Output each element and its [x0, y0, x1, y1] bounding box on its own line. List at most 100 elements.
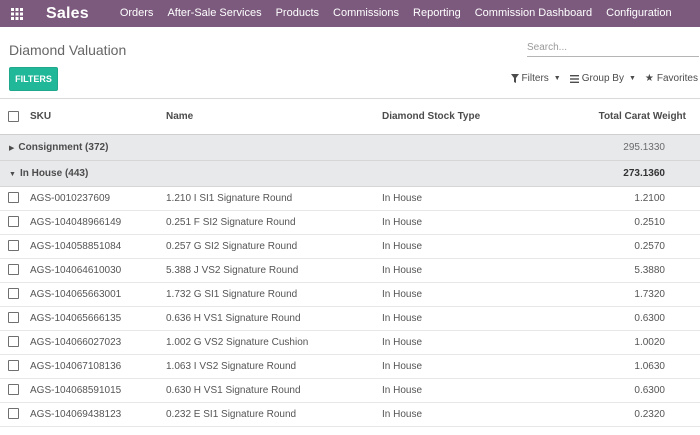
cell-total-carat: 0.6300 [552, 378, 700, 403]
row-checkbox-cell [0, 354, 30, 379]
filters-dropdown[interactable]: Filters ▼ [510, 73, 561, 84]
row-checkbox-cell [0, 210, 30, 235]
favorites-dropdown-label: Favorites [656, 73, 698, 84]
table-row[interactable]: AGS-104065666135 0.636 H VS1 Signature Ro… [0, 306, 700, 331]
caret-down-icon: ▼ [628, 75, 636, 82]
row-checkbox-cell [0, 402, 30, 427]
cell-total-carat: 1.0020 [552, 330, 700, 355]
cell-sku: AGS-104068591015 [30, 378, 166, 403]
table-header-row: SKU Name Diamond Stock Type Total Carat … [0, 100, 700, 135]
top-navbar: Sales Orders After-Sale Services Product… [0, 0, 700, 27]
cell-name: 1.732 G SI1 Signature Round [166, 282, 382, 307]
cell-name: 1.002 G VS2 Signature Cushion [166, 330, 382, 355]
table-row[interactable]: AGS-104058851084 0.257 G SI2 Signature Ro… [0, 234, 700, 259]
cell-stock-type: In House [382, 306, 552, 331]
cell-name: 5.388 J VS2 Signature Round [166, 258, 382, 283]
cell-name: 1.210 I SI1 Signature Round [166, 186, 382, 211]
group-row-consignment[interactable]: ▶ Consignment (372) 295.1330 [0, 134, 700, 161]
cell-sku: AGS-104065663001 [30, 282, 166, 307]
apps-grid-icon[interactable] [3, 0, 30, 27]
menu-commissions[interactable]: Commissions [326, 0, 406, 27]
cell-total-carat: 1.0630 [552, 354, 700, 379]
cell-name: 0.232 E SI1 Signature Round [166, 402, 382, 427]
cell-stock-type: In House [382, 210, 552, 235]
menu-orders[interactable]: Orders [113, 0, 161, 27]
table-row[interactable]: AGS-104065663001 1.732 G SI1 Signature Ro… [0, 282, 700, 307]
cell-total-carat: 0.6300 [552, 306, 700, 331]
cell-sku: AGS-104065666135 [30, 306, 166, 331]
row-checkbox-cell [0, 378, 30, 403]
column-header-name[interactable]: Name [166, 100, 382, 135]
column-header-total-carat[interactable]: Total Carat Weight [552, 100, 700, 135]
group-row-in-house[interactable]: ▼ In House (443) 273.1360 [0, 160, 700, 187]
column-header-sku[interactable]: SKU [30, 100, 166, 135]
cell-total-carat: 5.3880 [552, 258, 700, 283]
row-checkbox[interactable] [8, 216, 19, 228]
menu-reporting[interactable]: Reporting [406, 0, 468, 27]
menu-configuration[interactable]: Configuration [599, 0, 678, 27]
menu-products[interactable]: Products [269, 0, 326, 27]
filter-icon [510, 74, 519, 83]
favorites-dropdown[interactable]: ★ Favorites [645, 73, 698, 84]
table-row[interactable]: AGS-0010237609 1.210 I SI1 Signature Roun… [0, 186, 700, 211]
app-brand[interactable]: Sales [46, 5, 89, 23]
main-menu: Orders After-Sale Services Products Comm… [113, 0, 679, 27]
row-checkbox-cell [0, 234, 30, 259]
row-checkbox[interactable] [8, 360, 19, 372]
filters-button[interactable]: FILTERS [9, 67, 58, 91]
cell-stock-type: In House [382, 234, 552, 259]
search-options: Filters ▼ Group By ▼ ★ Favorites [510, 73, 698, 84]
group-label-cell: ▼ In House (443) [0, 160, 552, 187]
cell-sku: AGS-104069438123 [30, 402, 166, 427]
cell-name: 0.257 G SI2 Signature Round [166, 234, 382, 259]
row-checkbox[interactable] [8, 336, 19, 348]
table-row[interactable]: AGS-104069438123 0.232 E SI1 Signature Ro… [0, 402, 700, 427]
cell-sku: AGS-104066027023 [30, 330, 166, 355]
caret-down-icon: ▼ [553, 75, 561, 82]
row-checkbox[interactable] [8, 192, 19, 204]
cell-sku: AGS-104064610030 [30, 258, 166, 283]
row-checkbox[interactable] [8, 384, 19, 396]
select-all-checkbox[interactable] [8, 111, 19, 123]
table-row[interactable]: AGS-104067108136 1.063 I VS2 Signature Ro… [0, 354, 700, 379]
cell-stock-type: In House [382, 258, 552, 283]
cell-sku: AGS-104067108136 [30, 354, 166, 379]
cell-stock-type: In House [382, 378, 552, 403]
cell-name: 0.251 F SI2 Signature Round [166, 210, 382, 235]
list-view: SKU Name Diamond Stock Type Total Carat … [0, 100, 700, 435]
cell-total-carat: 1.2100 [552, 186, 700, 211]
group-by-dropdown-label: Group By [581, 73, 624, 84]
cell-total-carat: 0.2510 [552, 210, 700, 235]
group-label-cell: ▶ Consignment (372) [0, 134, 552, 161]
caret-right-icon: ▶ [9, 144, 15, 152]
table-row[interactable]: AGS-104068591015 0.630 H VS1 Signature Ro… [0, 378, 700, 403]
cell-name: 0.630 H VS1 Signature Round [166, 378, 382, 403]
valuation-table: SKU Name Diamond Stock Type Total Carat … [0, 100, 700, 427]
row-checkbox-cell [0, 282, 30, 307]
table-row[interactable]: AGS-104048966149 0.251 F SI2 Signature Ro… [0, 210, 700, 235]
menu-after-sale-services[interactable]: After-Sale Services [160, 0, 268, 27]
menu-commission-dashboard[interactable]: Commission Dashboard [468, 0, 599, 27]
star-icon: ★ [644, 73, 654, 84]
row-checkbox[interactable] [8, 264, 19, 276]
cell-total-carat: 0.2570 [552, 234, 700, 259]
cell-sku: AGS-0010237609 [30, 186, 166, 211]
list-icon [569, 74, 579, 83]
select-all-cell [0, 100, 30, 135]
cell-sku: AGS-104048966149 [30, 210, 166, 235]
group-by-dropdown[interactable]: Group By ▼ [569, 73, 636, 84]
row-checkbox-cell [0, 330, 30, 355]
row-checkbox[interactable] [8, 312, 19, 324]
table-row[interactable]: AGS-104064610030 5.388 J VS2 Signature Ro… [0, 258, 700, 283]
cell-name: 0.636 H VS1 Signature Round [166, 306, 382, 331]
row-checkbox[interactable] [8, 240, 19, 252]
table-row[interactable]: AGS-104066027023 1.002 G VS2 Signature Cu… [0, 330, 700, 355]
row-checkbox[interactable] [8, 288, 19, 300]
column-header-stock-type[interactable]: Diamond Stock Type [382, 100, 552, 135]
row-checkbox-cell [0, 306, 30, 331]
page-title: Diamond Valuation [9, 42, 127, 58]
cell-stock-type: In House [382, 354, 552, 379]
row-checkbox[interactable] [8, 408, 19, 420]
search-input[interactable] [527, 38, 699, 57]
cell-name: 1.063 I VS2 Signature Round [166, 354, 382, 379]
